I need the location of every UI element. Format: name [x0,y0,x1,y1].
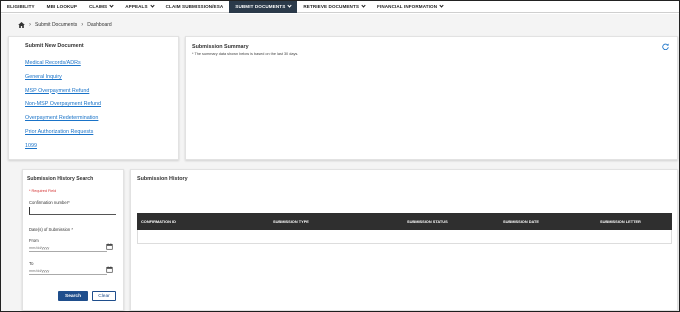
link-medical-records[interactable]: Medical Records/ADRs [25,60,101,66]
dates-of-submission-label: Date(s) of Submission * [29,227,73,232]
table-row [137,230,672,244]
nav-item-claim-submission[interactable]: CLAIM SUBMISSION/ESA [160,1,230,13]
link-overpayment-redetermination[interactable]: Overpayment Redetermination [25,115,101,121]
nav-label: FINANCIAL INFORMATION [377,4,438,9]
column-header-submission-date[interactable]: SUBMISSION DATE [503,219,539,224]
confirmation-number-label: Confirmation number* [29,200,70,205]
nav-item-retrieve-documents[interactable]: RETRIEVE DOCUMENTS [297,1,371,13]
panel-title: Submission History Search [27,176,94,182]
from-date-input[interactable] [29,245,107,252]
submission-history-search-panel: Submission History Search * Required Fie… [22,169,124,311]
to-date-input[interactable] [29,268,107,275]
nav-label: CLAIM SUBMISSION/ESA [165,4,224,9]
submission-history-panel: Submission History CONFIRMATION ID SUBMI… [130,169,678,311]
breadcrumb-separator: › [81,22,84,28]
required-note: * Required Field [29,189,57,193]
nav-item-financial-information[interactable]: FINANCIAL INFORMATION [371,1,449,13]
main-content: › Submit Documents › Dashboard Submit Ne… [1,14,679,311]
nav-label: CLAIMS [89,4,108,9]
from-label: From [29,238,39,243]
submit-new-document-panel: Submit New Document Medical Records/ADRs… [8,36,179,160]
home-icon[interactable] [18,22,25,28]
chevron-down-icon [109,3,114,8]
panel-title: Submission History [137,176,188,182]
calendar-icon[interactable] [106,266,113,273]
to-label: To [29,261,34,266]
clear-button[interactable]: Clear [92,291,116,301]
top-nav: ELIGIBILITY MBI LOOKUP CLAIMS APPEALS CL… [1,0,679,13]
link-msp-overpayment-refund[interactable]: MSP Overpayment Refund [25,88,101,94]
nav-item-claims[interactable]: CLAIMS [83,1,119,13]
confirmation-number-input[interactable] [29,207,116,215]
panel-title: Submission Summary [192,44,249,50]
nav-label: APPEALS [125,4,148,9]
panel-title: Submit New Document [25,43,84,49]
nav-item-appeals[interactable]: APPEALS [119,1,159,13]
history-table-header: CONFIRMATION ID SUBMISSION TYPE SUBMISSI… [137,213,672,230]
search-button[interactable]: Search [58,291,88,301]
column-header-submission-letter[interactable]: SUBMISSION LETTER [600,219,641,224]
chevron-down-icon [150,3,155,8]
breadcrumb-separator: › [29,22,31,28]
chevron-down-icon [439,3,444,8]
nav-label: RETRIEVE DOCUMENTS [303,4,360,9]
breadcrumb: › Submit Documents › Dashboard [18,22,112,28]
summary-note: * The summary data shown below is based … [192,52,299,56]
document-links: Medical Records/ADRs General Inquiry MSP… [25,60,101,157]
breadcrumb-submit-documents[interactable]: Submit Documents [35,22,77,28]
link-prior-authorization-requests[interactable]: Prior Authorization Requests [25,129,101,135]
chevron-down-icon [361,3,366,8]
link-general-inquiry[interactable]: General Inquiry [25,74,101,80]
nav-item-submit-documents[interactable]: SUBMIT DOCUMENTS [229,0,298,13]
column-header-confirmation-id[interactable]: CONFIRMATION ID [141,219,176,224]
calendar-icon[interactable] [106,243,113,250]
chevron-down-icon [287,3,292,8]
nav-item-eligibility[interactable]: ELIGIBILITY [1,1,41,13]
link-non-msp-overpayment-refund[interactable]: Non-MSP Overpayment Refund [25,101,101,107]
column-header-submission-status[interactable]: SUBMISSION STATUS [407,219,448,224]
column-header-submission-type[interactable]: SUBMISSION TYPE [273,219,309,224]
nav-label: MBI LOOKUP [46,4,78,9]
breadcrumb-dashboard: Dashboard [87,22,112,28]
nav-label: SUBMIT DOCUMENTS [235,4,286,9]
nav-item-mbi-lookup[interactable]: MBI LOOKUP [41,1,83,13]
nav-label: ELIGIBILITY [7,4,35,9]
refresh-icon[interactable] [662,43,669,50]
submission-summary-panel: Submission Summary * The summary data sh… [185,36,678,160]
link-1099[interactable]: 1099 [25,143,101,149]
